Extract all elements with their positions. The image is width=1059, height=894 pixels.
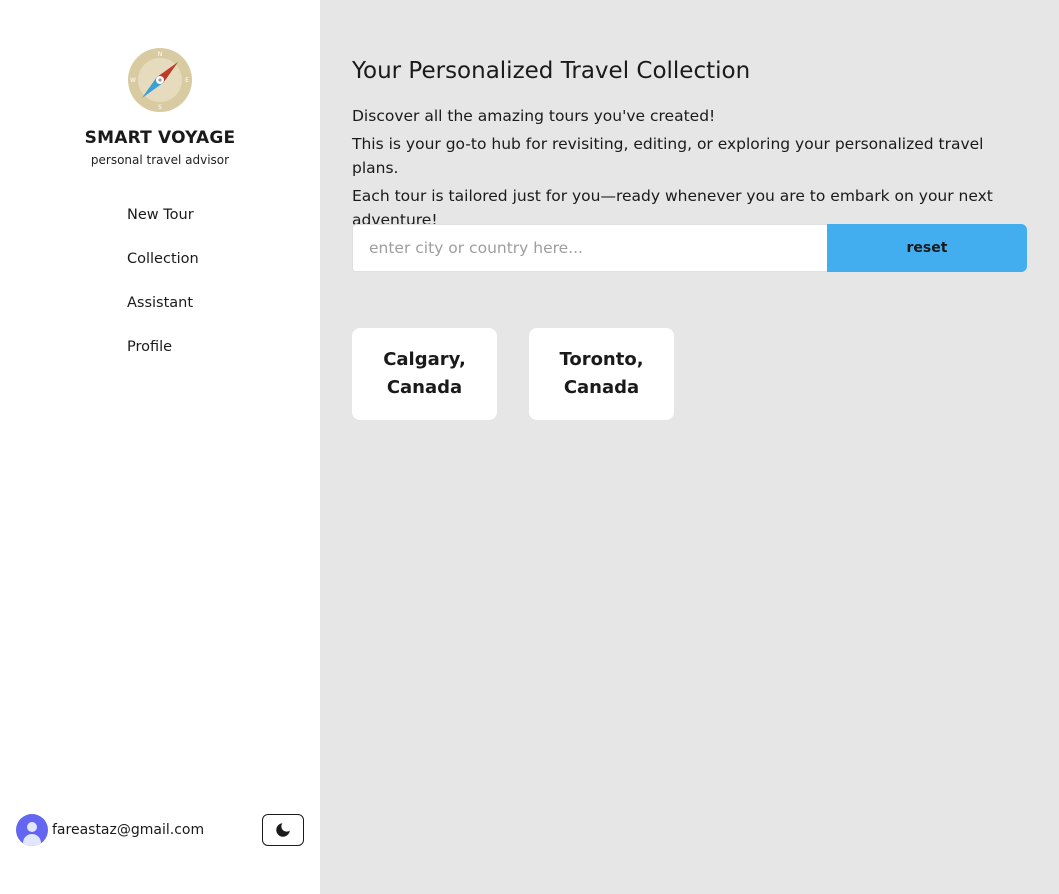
- sidebar-item-profile[interactable]: Profile: [127, 336, 199, 380]
- tour-card-country: Canada: [386, 377, 463, 398]
- sidebar-item-assistant[interactable]: Assistant: [127, 292, 199, 336]
- intro-text: Discover all the amazing tours you've cr…: [352, 104, 1027, 236]
- user-account[interactable]: fareastaz@gmail.com: [16, 814, 204, 846]
- moon-icon: [276, 823, 290, 837]
- intro-line: Discover all the amazing tours you've cr…: [352, 107, 716, 125]
- brand-name: SMART VOYAGE: [84, 128, 236, 148]
- tour-card-toronto[interactable]: Toronto, Canada: [529, 328, 674, 420]
- svg-text:E: E: [185, 77, 189, 84]
- tour-card-city: Toronto,: [559, 349, 644, 370]
- intro-line: This is your go-to hub for revisiting, e…: [352, 135, 984, 177]
- compass-icon: N S W E: [128, 48, 192, 112]
- tour-card-country: Canada: [563, 377, 640, 398]
- user-email: fareastaz@gmail.com: [52, 822, 205, 838]
- svg-text:N: N: [158, 51, 163, 58]
- sidebar-nav: New Tour Collection Assistant Profile: [127, 204, 199, 380]
- search-input[interactable]: [352, 224, 827, 272]
- svg-text:W: W: [130, 77, 136, 84]
- svg-text:S: S: [158, 104, 162, 111]
- search-bar: reset: [352, 224, 1027, 272]
- sidebar-item-new-tour[interactable]: New Tour: [127, 204, 199, 248]
- theme-toggle-button[interactable]: [262, 814, 304, 846]
- tour-cards: Calgary, Canada Toronto, Canada: [352, 328, 706, 420]
- user-avatar-icon: [16, 814, 48, 846]
- brand-tagline: personal travel advisor: [90, 153, 230, 167]
- tour-card-city: Calgary,: [383, 349, 466, 370]
- page-title: Your Personalized Travel Collection: [352, 58, 751, 84]
- tour-card-calgary[interactable]: Calgary, Canada: [352, 328, 497, 420]
- sidebar: N S W E SMART VOYAGE personal travel adv…: [0, 0, 320, 894]
- reset-button[interactable]: reset: [827, 224, 1027, 272]
- sidebar-item-collection[interactable]: Collection: [127, 248, 199, 292]
